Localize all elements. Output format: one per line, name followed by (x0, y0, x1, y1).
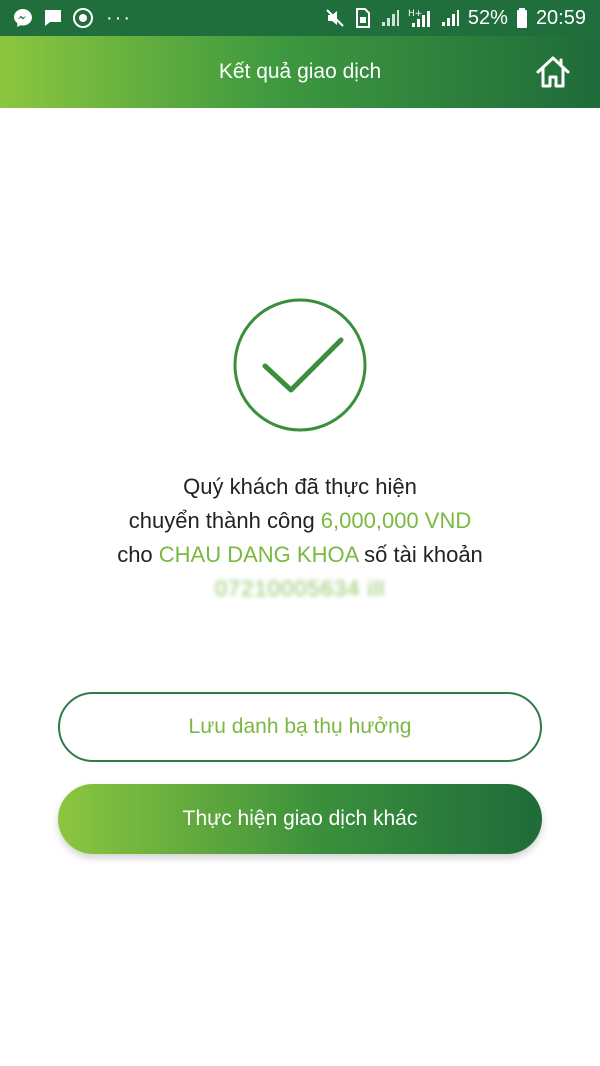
transfer-amount: 6,000,000 VND (320, 508, 472, 533)
recipient-name: CHAU DANG KHOA (158, 542, 359, 567)
transaction-message: Quý khách đã thực hiện chuyển thành công… (0, 470, 600, 606)
home-icon (536, 56, 570, 88)
messenger-icon (12, 7, 34, 29)
account-number: 07210005634 ill (214, 576, 386, 601)
hplus-signal-icon: H+ (408, 7, 432, 29)
signal-icon-2 (440, 8, 460, 28)
new-transaction-button[interactable]: Thực hiện giao dịch khác (58, 784, 542, 854)
battery-percent: 52% (467, 6, 508, 29)
sim-icon (354, 7, 372, 29)
chat-icon (42, 7, 64, 29)
mute-icon (324, 7, 346, 29)
message-line-1: Quý khách đã thực hiện (183, 474, 417, 499)
save-beneficiary-button[interactable]: Lưu danh bạ thụ hưởng (58, 692, 542, 762)
message-account-text: số tài khoản (358, 542, 483, 567)
status-right-icons: H+ 52% 20:59 (324, 7, 586, 30)
eye-icon (72, 7, 94, 29)
message-line-4: 07210005634 ill (0, 572, 600, 606)
app-header: Kết quả giao dịch (0, 36, 600, 108)
checkmark-circle-icon (233, 298, 367, 432)
message-line-3: cho CHAU DANG KHOA số tài khoản (0, 538, 600, 572)
home-button[interactable] (534, 53, 572, 91)
battery-icon (516, 7, 528, 29)
message-transfer-text: chuyển thành công (128, 508, 321, 533)
page-title: Kết quả giao dịch (218, 60, 382, 83)
svg-text:H+: H+ (408, 9, 422, 19)
message-for-text: cho (117, 542, 159, 567)
status-bar: ··· H+ 52% 20:59 (0, 0, 600, 36)
signal-icon (380, 8, 400, 28)
status-left-icons: ··· (12, 7, 132, 30)
message-line-2: chuyển thành công 6,000,000 VND (0, 504, 600, 538)
more-dots-icon: ··· (106, 6, 132, 29)
status-time: 20:59 (535, 6, 586, 29)
